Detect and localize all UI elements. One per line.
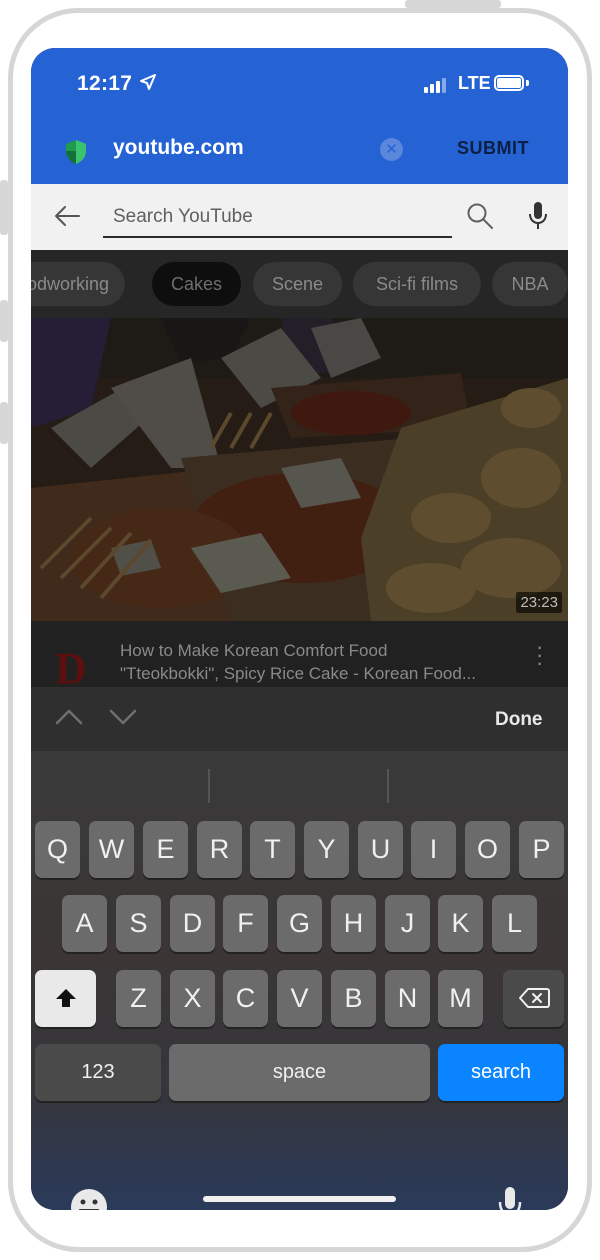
home-indicator[interactable] <box>203 1196 396 1202</box>
key-i[interactable]: I <box>411 821 456 878</box>
key-s[interactable]: S <box>116 895 161 952</box>
more-options-icon[interactable]: · · · <box>536 636 543 674</box>
key-x[interactable]: X <box>170 970 215 1027</box>
key-k[interactable]: K <box>438 895 483 952</box>
signal-bars-icon <box>424 78 446 93</box>
keyboard-toolbar: Done <box>31 687 568 751</box>
key-f[interactable]: F <box>223 895 268 952</box>
video-title-line-1: How to Make Korean Comfort Food <box>120 641 388 660</box>
key-p[interactable]: P <box>519 821 564 878</box>
chevron-up-icon[interactable] <box>55 707 83 725</box>
key-b[interactable]: B <box>331 970 376 1027</box>
phone-volume-down <box>0 402 8 444</box>
status-time: 12:17 <box>77 72 133 95</box>
backspace-icon <box>518 988 550 1008</box>
video-title-line-2: "Tteokbokki", Spicy Rice Cake - Korean F… <box>120 664 476 683</box>
key-j[interactable]: J <box>385 895 430 952</box>
shield-icon <box>66 140 86 164</box>
mic-icon[interactable] <box>527 201 549 231</box>
phone-volume-up <box>0 300 8 342</box>
key-u[interactable]: U <box>358 821 403 878</box>
done-button[interactable]: Done <box>495 709 543 731</box>
network-type: LTE <box>458 73 491 93</box>
suggestion-divider <box>208 769 210 803</box>
phone-screen: 12:17 LTE youtube.com ✕ SUBMIT Search Yo… <box>31 48 568 1210</box>
search-key[interactable]: search <box>438 1044 564 1101</box>
key-h[interactable]: H <box>331 895 376 952</box>
video-title[interactable]: How to Make Korean Comfort Food "Tteokbo… <box>120 639 520 685</box>
key-d[interactable]: D <box>170 895 215 952</box>
key-o[interactable]: O <box>465 821 510 878</box>
key-g[interactable]: G <box>277 895 322 952</box>
emoji-icon[interactable] <box>69 1187 109 1210</box>
search-input[interactable] <box>103 198 452 238</box>
key-w[interactable]: W <box>89 821 134 878</box>
chip-nba[interactable]: NBA <box>492 262 568 306</box>
space-key[interactable]: space <box>169 1044 430 1101</box>
phone-mute-switch <box>0 180 8 235</box>
thumbnail-image <box>31 318 568 621</box>
key-e[interactable]: E <box>143 821 188 878</box>
key-m[interactable]: M <box>438 970 483 1027</box>
key-n[interactable]: N <box>385 970 430 1027</box>
clear-x-icon[interactable]: ✕ <box>380 138 403 161</box>
phone-power-button <box>405 0 501 8</box>
submit-button[interactable]: SUBMIT <box>457 138 529 159</box>
keyboard: Q W E R T Y U I O P A S D F G H J K L Z … <box>31 751 568 1210</box>
chip-woodworking[interactable]: odworking <box>31 262 125 306</box>
dictation-mic-icon[interactable] <box>497 1185 523 1210</box>
video-duration: 23:23 <box>516 592 562 613</box>
key-r[interactable]: R <box>197 821 242 878</box>
category-chips: odworking Cakes Scene Sci-fi films NBA <box>31 250 568 318</box>
url-text[interactable]: youtube.com <box>113 136 244 160</box>
battery-icon <box>494 75 524 91</box>
key-a[interactable]: A <box>62 895 107 952</box>
chip-sci-fi-films[interactable]: Sci-fi films <box>353 262 481 306</box>
key-l[interactable]: L <box>492 895 537 952</box>
shift-key[interactable] <box>35 970 96 1027</box>
back-arrow-icon[interactable] <box>53 204 81 228</box>
youtube-search-row <box>31 184 568 250</box>
shift-icon <box>55 989 76 1007</box>
search-icon[interactable] <box>466 202 494 230</box>
chip-scene[interactable]: Scene <box>253 262 342 306</box>
location-arrow-icon <box>140 74 156 90</box>
chevron-down-icon[interactable] <box>109 707 137 725</box>
browser-top-bar: 12:17 LTE youtube.com ✕ SUBMIT <box>31 48 568 184</box>
chip-cakes[interactable]: Cakes <box>152 262 241 306</box>
battery-nub <box>526 80 529 86</box>
key-c[interactable]: C <box>223 970 268 1027</box>
numbers-key[interactable]: 123 <box>35 1044 161 1101</box>
key-t[interactable]: T <box>250 821 295 878</box>
backspace-key[interactable] <box>503 970 564 1027</box>
video-info[interactable]: D How to Make Korean Comfort Food "Tteok… <box>31 621 568 693</box>
suggestion-divider <box>387 769 389 803</box>
key-q[interactable]: Q <box>35 821 80 878</box>
video-thumbnail[interactable]: 23:23 <box>31 318 568 621</box>
key-z[interactable]: Z <box>116 970 161 1027</box>
key-v[interactable]: V <box>277 970 322 1027</box>
key-y[interactable]: Y <box>304 821 349 878</box>
